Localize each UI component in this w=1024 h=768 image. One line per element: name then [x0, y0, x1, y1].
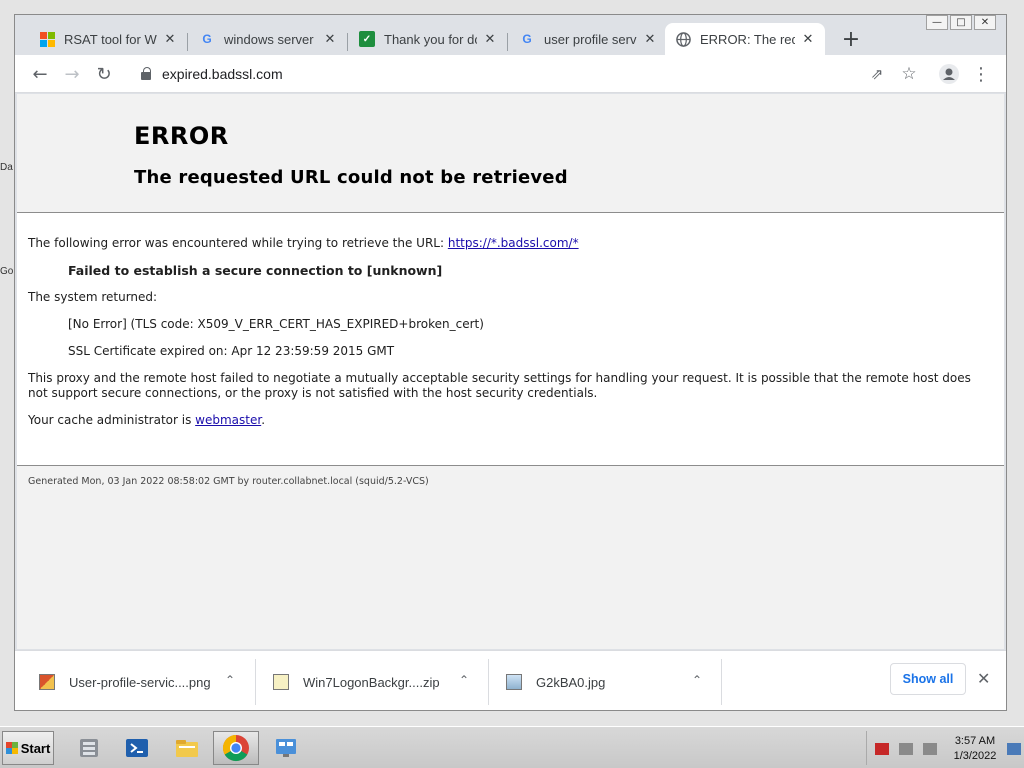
- clock[interactable]: 3:57 AM 1/3/2022: [947, 734, 1003, 764]
- profile-avatar-icon[interactable]: [936, 61, 962, 87]
- tab-thank-you[interactable]: ✓ Thank you for do ✕: [349, 23, 507, 55]
- clock-time: 3:57 AM: [954, 735, 996, 747]
- download-bar: User-profile-servic....png ⌃ Win7LogonBa…: [15, 650, 1006, 710]
- chevron-up-icon[interactable]: ⌃: [459, 673, 469, 687]
- download-separator: [488, 659, 489, 705]
- error-footer: Generated Mon, 03 Jan 2022 08:58:02 GMT …: [17, 465, 1004, 649]
- file-explorer-icon[interactable]: [164, 731, 210, 765]
- tab-user-profile[interactable]: G user profile servic ✕: [509, 23, 667, 55]
- error-header: ERROR The requested URL could not be ret…: [17, 94, 1004, 213]
- tab-title: ERROR: The reque: [700, 31, 795, 47]
- system-returned-label: The system returned:: [28, 290, 158, 304]
- download-item[interactable]: Win7LogonBackgr....zip ⌃: [273, 651, 493, 710]
- address-bar-url[interactable]: expired.badssl.com: [162, 66, 283, 82]
- start-button[interactable]: Start: [2, 731, 54, 765]
- tab-windows-server[interactable]: G windows server 20 ✕: [189, 23, 347, 55]
- tab-title: user profile servic: [544, 31, 637, 47]
- image-file-icon: [39, 674, 55, 690]
- taskbar: Start 3:57 AM 1/3/2022: [0, 726, 1024, 768]
- share-icon[interactable]: ⇗: [864, 61, 890, 87]
- tab-close-icon[interactable]: ✕: [483, 31, 497, 47]
- start-label: Start: [20, 740, 51, 756]
- chrome-icon[interactable]: [213, 731, 259, 765]
- chevron-up-icon[interactable]: ⌃: [225, 673, 235, 687]
- clock-date: 1/3/2022: [953, 750, 997, 762]
- error-url-link[interactable]: https://*.badssl.com/*: [448, 236, 579, 250]
- jpg-file-icon: [506, 674, 522, 690]
- error-intro-line: The following error was encountered whil…: [28, 236, 579, 250]
- tls-code-text: [No Error] (TLS code: X509_V_ERR_CERT_HA…: [68, 317, 484, 331]
- browser-window: — □ ✕ RSAT tool for Win ✕ G windows serv…: [14, 14, 1007, 711]
- admin-prefix: Your cache administrator is: [28, 413, 196, 427]
- tab-title: RSAT tool for Win: [64, 31, 157, 47]
- desktop-icon-label: Go: [0, 266, 14, 277]
- server-manager-icon[interactable]: [66, 731, 112, 765]
- tab-error-active[interactable]: ERROR: The reque ✕: [665, 23, 825, 55]
- download-filename: Win7LogonBackgr....zip: [303, 674, 440, 690]
- zip-file-icon: [273, 674, 289, 690]
- control-panel-icon[interactable]: [263, 731, 309, 765]
- browser-toolbar: ← → ↻ expired.badssl.com ⇗ ☆ ⋮: [15, 55, 1006, 93]
- page-title: ERROR: [134, 122, 229, 150]
- menu-kebab-icon[interactable]: ⋮: [968, 61, 994, 87]
- page-subtitle: The requested URL could not be retrieved: [134, 167, 568, 188]
- tab-separator: [347, 33, 348, 51]
- tab-close-icon[interactable]: ✕: [643, 31, 657, 47]
- ssl-expiry-text: SSL Certificate expired on: Apr 12 23:59…: [68, 344, 395, 358]
- back-arrow-icon[interactable]: ←: [27, 61, 53, 87]
- lock-icon: [141, 67, 151, 80]
- close-icon[interactable]: ✕: [977, 669, 990, 689]
- download-filename: User-profile-servic....png: [69, 674, 211, 690]
- failure-message: Failed to establish a secure connection …: [68, 263, 443, 278]
- microsoft-logo-icon: [39, 31, 55, 47]
- download-item[interactable]: User-profile-servic....png ⌃: [39, 651, 259, 710]
- tab-strip: RSAT tool for Win ✕ G windows server 20 …: [15, 23, 1006, 55]
- tab-close-icon[interactable]: ✕: [801, 31, 815, 47]
- tab-close-icon[interactable]: ✕: [323, 31, 337, 47]
- forward-arrow-icon[interactable]: →: [59, 61, 85, 87]
- system-tray: 3:57 AM 1/3/2022: [866, 731, 1024, 765]
- tab-close-icon[interactable]: ✕: [163, 31, 177, 47]
- network-icon[interactable]: [899, 743, 913, 755]
- download-filename: G2kBA0.jpg: [536, 674, 606, 690]
- globe-icon: [675, 31, 691, 47]
- tab-separator: [187, 33, 188, 51]
- generated-info: Generated Mon, 03 Jan 2022 08:58:02 GMT …: [28, 476, 429, 487]
- error-intro-text: The following error was encountered whil…: [28, 236, 448, 250]
- download-separator: [721, 659, 722, 705]
- download-separator: [255, 659, 256, 705]
- reload-icon[interactable]: ↻: [91, 61, 117, 87]
- volume-icon[interactable]: [923, 743, 937, 755]
- show-desktop-icon[interactable]: [1007, 743, 1021, 755]
- windows-flag-icon: [5, 742, 18, 754]
- proxy-message: This proxy and the remote host failed to…: [28, 371, 971, 400]
- tab-title: Thank you for do: [384, 31, 477, 47]
- tab-title: windows server 20: [224, 31, 317, 47]
- site-favicon-icon: ✓: [359, 31, 375, 47]
- tab-separator: [507, 33, 508, 51]
- google-logo-icon: G: [202, 32, 212, 46]
- tab-rsat-tool[interactable]: RSAT tool for Win ✕: [29, 23, 187, 55]
- powershell-icon[interactable]: [114, 731, 160, 765]
- new-tab-button[interactable]: +: [837, 23, 865, 55]
- desktop-icon-label: Da: [0, 162, 13, 173]
- error-body: The following error was encountered whil…: [17, 213, 1004, 465]
- webmaster-link[interactable]: webmaster: [195, 413, 261, 427]
- page-content: ERROR The requested URL could not be ret…: [17, 94, 1004, 649]
- bookmark-star-icon[interactable]: ☆: [896, 61, 922, 87]
- download-item[interactable]: G2kBA0.jpg ⌃: [506, 651, 726, 710]
- action-center-alert-icon[interactable]: [875, 743, 889, 755]
- admin-suffix: .: [261, 413, 266, 427]
- chevron-up-icon[interactable]: ⌃: [692, 673, 702, 687]
- show-all-button[interactable]: Show all: [890, 663, 966, 695]
- admin-line: Your cache administrator is webmaster.: [28, 413, 265, 427]
- google-logo-icon: G: [522, 32, 532, 46]
